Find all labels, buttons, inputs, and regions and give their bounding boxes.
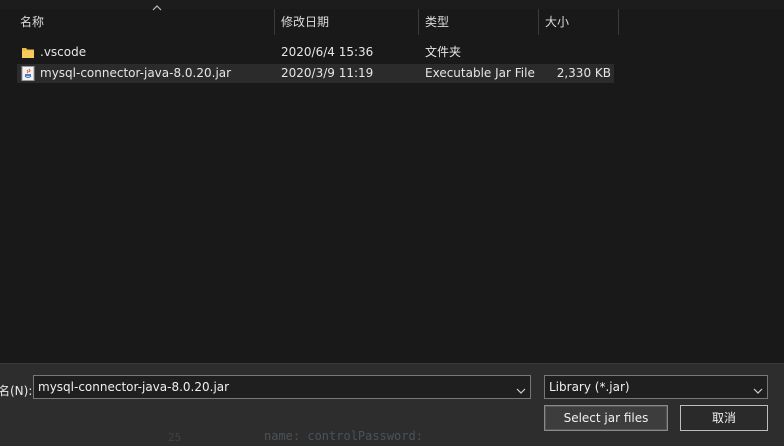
column-header-type-label: 类型	[425, 15, 450, 29]
filename-input[interactable]: mysql-connector-java-8.0.20.jar	[33, 375, 531, 399]
chevron-down-icon[interactable]	[516, 381, 526, 394]
background-window-text-2: 25	[168, 431, 182, 444]
column-header-type[interactable]: 类型	[419, 9, 539, 35]
file-type-filter-select[interactable]: Library (*.jar)	[544, 375, 768, 399]
file-type: Executable Jar File	[425, 66, 535, 80]
file-name: mysql-connector-java-8.0.20.jar	[40, 66, 232, 80]
filename-label: 名(N):	[0, 384, 33, 398]
column-header-name-label: 名称	[20, 15, 45, 29]
filename-input-value: mysql-connector-java-8.0.20.jar	[38, 380, 230, 394]
sort-ascending-icon	[152, 3, 162, 13]
column-header-size-label: 大小	[545, 15, 570, 29]
title-strip	[0, 0, 784, 9]
file-date: 2020/3/9 11:19	[281, 66, 374, 80]
column-header-date-label: 修改日期	[281, 15, 330, 29]
column-header-date[interactable]: 修改日期	[275, 9, 419, 35]
folder-icon	[21, 45, 35, 60]
file-type-filter-value: Library (*.jar)	[549, 380, 630, 394]
cancel-button[interactable]: 取消	[680, 405, 768, 431]
jar-file-icon	[21, 66, 35, 81]
background-window-text: name: controlPassword:	[264, 429, 423, 443]
file-list-item[interactable]: .vscode 2020/6/4 15:36 文件夹	[17, 43, 614, 62]
file-size: 2,330 KB	[556, 66, 611, 80]
file-list-item-selected[interactable]: mysql-connector-java-8.0.20.jar 2020/3/9…	[17, 64, 614, 83]
column-header-size[interactable]: 大小	[539, 9, 619, 35]
file-size	[545, 43, 611, 62]
select-jar-files-button[interactable]: Select jar files	[544, 405, 668, 431]
column-header-name[interactable]: 名称	[14, 5, 275, 35]
file-date: 2020/6/4 15:36	[281, 45, 374, 59]
file-type: 文件夹	[425, 45, 462, 59]
column-header-row: 名称 修改日期 类型 大小	[0, 5, 784, 35]
chevron-down-icon[interactable]	[753, 381, 763, 394]
file-name: .vscode	[40, 45, 87, 59]
file-open-dialog: 名称 修改日期 类型 大小 .vscode 2020/6/4 15:36 文件夹	[0, 0, 784, 446]
